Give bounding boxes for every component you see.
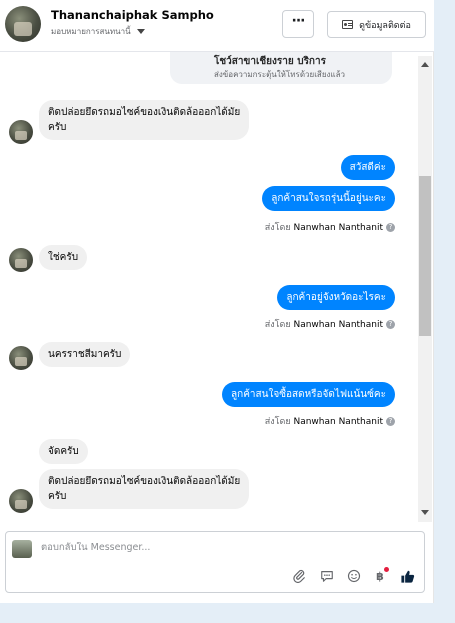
page-avatar: [12, 540, 32, 558]
incoming-message[interactable]: นครราชสีมาครับ: [39, 342, 131, 367]
more-options-button[interactable]: ···: [282, 10, 314, 38]
view-contact-label: ดูข้อมูลติดต่อ: [359, 20, 411, 31]
notification-dot: [384, 567, 389, 572]
outgoing-message[interactable]: สวัสดีค่ะ: [340, 155, 395, 180]
incoming-message[interactable]: ติดปล่อยยึดรถมอไซค์ของเงินติดล้อออกได้มั…: [39, 100, 250, 140]
thread-scrollbar[interactable]: [418, 56, 432, 522]
incoming-message[interactable]: ใช่ครับ: [39, 245, 88, 270]
sent-by-prefix: ส่งโดย: [264, 223, 291, 233]
contact-name[interactable]: Thananchaiphak Sampho: [51, 8, 214, 22]
call-card: โชว์สาขาเชียงราย บริการ ส่งข้อความกระตุ้…: [170, 52, 392, 84]
contact-avatar[interactable]: [5, 6, 41, 42]
reply-input[interactable]: [41, 542, 411, 553]
call-card-subtitle: ส่งข้อความกระตุ้นให้โทรด้วยเสียงแล้ว: [214, 70, 345, 79]
baht-icon[interactable]: ฿: [372, 567, 389, 585]
incoming-message[interactable]: จัดครับ: [39, 439, 88, 464]
sent-by-label: ส่งโดย Nanwhan Nanthanit?: [265, 414, 395, 428]
contact-card-icon: [342, 20, 354, 29]
scroll-up-arrow-icon[interactable]: [421, 62, 429, 67]
sender-avatar: [9, 489, 33, 513]
info-icon[interactable]: ?: [386, 223, 395, 232]
outgoing-message[interactable]: ลูกค้าสนใจซื้อสดหรือจัดไฟแน้นซ์คะ: [222, 382, 395, 407]
sender-avatar: [9, 346, 33, 370]
sent-by-prefix: ส่งโดย: [264, 320, 291, 330]
conversation-header: Thananchaiphak Sampho มอบหมายการสนทนานี้…: [0, 0, 434, 52]
thumbs-up-icon[interactable]: [399, 569, 415, 585]
scroll-down-arrow-icon[interactable]: [421, 510, 429, 515]
assign-label: มอบหมายการสนทนานี้: [51, 27, 131, 36]
sender-avatar: [9, 248, 33, 272]
reply-composer: ฿: [5, 531, 425, 593]
call-card-title: โชว์สาขาเชียงราย บริการ: [214, 56, 326, 67]
sent-by-name: Nanwhan Nanthanit: [293, 223, 383, 233]
conversation-panel: Thananchaiphak Sampho มอบหมายการสนทนานี้…: [0, 0, 434, 603]
sender-avatar: [9, 120, 33, 144]
sent-by-prefix: ส่งโดย: [264, 417, 291, 427]
assign-conversation-dropdown[interactable]: มอบหมายการสนทนานี้: [51, 25, 145, 38]
sent-by-name: Nanwhan Nanthanit: [293, 417, 383, 427]
outgoing-message[interactable]: ลูกค้าสนใจรถรุ่นนี้อยู่นะคะ: [262, 186, 395, 211]
paperclip-icon[interactable]: [291, 569, 307, 585]
sent-by-label: ส่งโดย Nanwhan Nanthanit?: [265, 220, 395, 234]
message-thread[interactable]: โชว์สาขาเชียงราย บริการ ส่งข้อความกระตุ้…: [0, 52, 418, 522]
view-contact-button[interactable]: ดูข้อมูลติดต่อ: [327, 11, 426, 38]
scroll-thumb[interactable]: [419, 176, 431, 336]
info-icon[interactable]: ?: [386, 320, 395, 329]
sent-by-label: ส่งโดย Nanwhan Nanthanit?: [265, 317, 395, 331]
outgoing-message[interactable]: ลูกค้าอยู่จังหวัดอะไรคะ: [277, 285, 395, 310]
sent-by-name: Nanwhan Nanthanit: [293, 320, 383, 330]
incoming-message[interactable]: ติดปล่อยยึดรถมอไซค์ของเงินติดล้อออกได้มั…: [39, 469, 250, 509]
emoji-icon[interactable]: [346, 569, 362, 585]
info-icon[interactable]: ?: [386, 417, 395, 426]
chat-bubble-icon[interactable]: [319, 569, 335, 585]
caret-down-icon: [136, 29, 145, 34]
